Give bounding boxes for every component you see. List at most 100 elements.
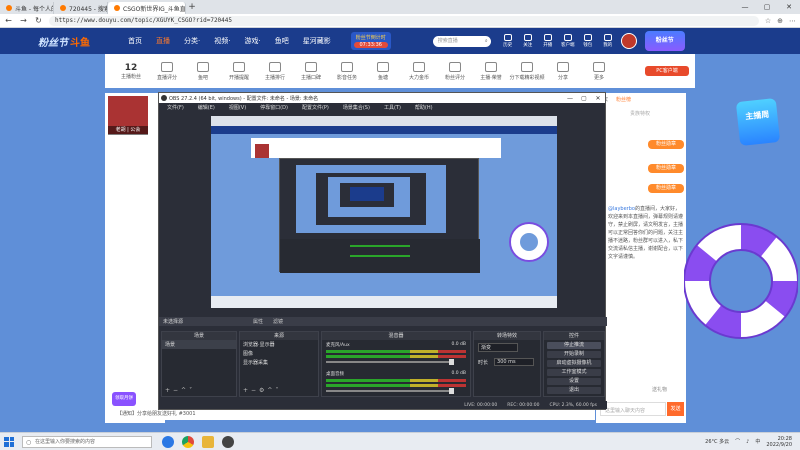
volume-icon[interactable]: ♪: [746, 439, 749, 445]
nav-star[interactable]: 星河藏影: [303, 36, 331, 46]
obs-maximize-button[interactable]: ▢: [577, 95, 591, 102]
chat-input[interactable]: 这里输入聊天内容: [600, 402, 666, 416]
source-item[interactable]: 图像: [240, 349, 318, 358]
menu-view[interactable]: 视图(V): [229, 104, 246, 111]
minimize-button[interactable]: —: [734, 3, 756, 11]
stop-streaming-button[interactable]: 停止推流: [547, 342, 601, 349]
toolbar-item-honor[interactable]: 主播·荣誉: [473, 61, 509, 81]
menu-docks[interactable]: 停靠窗口(D): [260, 104, 288, 111]
menu-tools[interactable]: 工具(T): [384, 104, 401, 111]
toolbar-item-fan-rating[interactable]: 粉丝评分: [437, 61, 473, 81]
nav-video[interactable]: 视频·: [214, 36, 230, 46]
toolbar-item-ranking[interactable]: 主播排行: [257, 61, 293, 81]
scene-dock-controls[interactable]: +−^˅: [165, 387, 195, 394]
nav-live[interactable]: 直播: [156, 36, 170, 46]
windows-start-icon[interactable]: [4, 436, 14, 447]
pc-client-button[interactable]: PC客户端: [645, 66, 689, 76]
close-button[interactable]: ✕: [778, 3, 800, 11]
fan-badge: 粉丝勋章: [648, 140, 684, 149]
send-button[interactable]: 发送: [667, 402, 684, 416]
menu-edit[interactable]: 编辑(E): [198, 104, 215, 111]
obs-taskbar-icon[interactable]: [222, 435, 234, 448]
clock[interactable]: 20:28 2022/9/20: [766, 436, 792, 448]
toolbar-item-share[interactable]: 分享: [545, 61, 581, 81]
url-input[interactable]: https://www.douyu.com/topic/XGUYK_CSGO?r…: [49, 15, 759, 26]
obs-titlebar[interactable]: OBS 27.2.4 (64 bit, windows) - 配置文件: 未命名…: [159, 93, 605, 103]
toolbar-item-more[interactable]: 更多: [581, 61, 617, 81]
exit-button[interactable]: 退出: [547, 387, 601, 394]
virtual-camera-button[interactable]: 启动虚拟摄像机: [547, 360, 601, 367]
maximize-button[interactable]: ▢: [756, 3, 778, 11]
fan-festival-promo[interactable]: 粉丝节: [644, 31, 685, 51]
weather[interactable]: 26°C 多云: [705, 438, 729, 445]
filters-button[interactable]: 滤镜: [273, 318, 283, 325]
broadcast-icon[interactable]: 开播: [541, 34, 555, 48]
transition-duration-input[interactable]: 300 ms: [494, 358, 535, 366]
volume-slider[interactable]: [326, 359, 454, 365]
file-explorer-icon[interactable]: [202, 435, 214, 448]
gift-notice[interactable]: 送礼物: [652, 386, 667, 393]
menu-help[interactable]: 帮助(H): [415, 104, 433, 111]
toolbar-item-reputation[interactable]: 主播口碑: [293, 61, 329, 81]
nav-category[interactable]: 分类·: [184, 36, 200, 46]
favorite-star-icon[interactable]: ☆: [765, 17, 771, 25]
site-logo[interactable]: 粉丝节 斗鱼: [38, 31, 98, 51]
source-dock-controls[interactable]: +−⚙^˅: [243, 387, 281, 394]
properties-button[interactable]: 属性: [253, 318, 263, 325]
browser-tab-active[interactable]: CSGO新世界IG_斗鱼直播平台✕: [108, 2, 186, 14]
menu-profile[interactable]: 配置文件(P): [302, 104, 329, 111]
chrome-icon[interactable]: [182, 435, 194, 448]
network-icon[interactable]: ⌒: [735, 438, 740, 445]
obs-preview[interactable]: [211, 116, 557, 308]
back-icon[interactable]: ←: [4, 16, 13, 25]
obs-menubar: 文件(F) 编辑(E) 视图(V) 停靠窗口(D) 配置文件(P) 场景集合(S…: [159, 103, 605, 112]
extensions-icon[interactable]: ⊕: [777, 17, 783, 25]
new-tab-button[interactable]: +: [186, 2, 198, 12]
toolbar-item-coins[interactable]: 大力金币: [401, 61, 437, 81]
profile-icon[interactable]: 我的: [601, 34, 615, 48]
settings-button[interactable]: 设置: [547, 378, 601, 385]
taskbar-search-input[interactable]: 在这里输入你要搜索的内容: [22, 435, 152, 448]
follow-icon[interactable]: 关注: [521, 34, 535, 48]
user-avatar[interactable]: [620, 33, 637, 49]
room-toolbar: 12 主播粉丝 直播评分 鱼吧 开播提醒 主播排行 主播口碑 影音任务 鱼塘 大力…: [105, 54, 695, 88]
mooncake-badge[interactable]: 领取月饼: [112, 392, 136, 406]
input-language[interactable]: 中: [755, 438, 760, 445]
toolbar-item-reminder[interactable]: 开播提醒: [221, 61, 257, 81]
nav-games[interactable]: 游戏·: [244, 36, 260, 46]
menu-file[interactable]: 文件(F): [167, 104, 184, 111]
activity-countdown[interactable]: 粉丝节倒计时 07:33:36: [350, 32, 391, 50]
noble-privilege-tab[interactable]: 贵族特权: [630, 110, 682, 118]
volume-slider[interactable]: [326, 388, 454, 394]
wallet-icon[interactable]: 钱包: [581, 34, 595, 48]
obs-minimize-button[interactable]: —: [563, 95, 577, 102]
toolbar-item-download[interactable]: 分下载精彩视频: [509, 61, 545, 81]
transition-select[interactable]: 渐变: [478, 343, 518, 352]
toolbar-item-fishbar[interactable]: 鱼吧: [185, 61, 221, 81]
toolbar-item-tasks[interactable]: 影音任务: [329, 61, 365, 81]
source-item[interactable]: 显示器采集: [240, 358, 318, 367]
history-icon[interactable]: 历史: [501, 34, 515, 48]
fan-count[interactable]: 12 主播粉丝: [113, 63, 149, 80]
start-recording-button[interactable]: 开始录制: [547, 351, 601, 358]
search-icon[interactable]: ⌕: [485, 36, 488, 47]
source-item[interactable]: 浏览器·显示器: [240, 340, 318, 349]
browser-tab-1[interactable]: 斗鱼 - 每个人的直播平台✕: [0, 2, 54, 14]
tab-fan-rank[interactable]: 粉丝榜: [616, 96, 631, 103]
edge-browser-icon[interactable]: [162, 435, 174, 448]
forward-icon[interactable]: →: [19, 16, 28, 25]
toolbar-item-pond[interactable]: 鱼塘: [365, 61, 401, 81]
nav-fishbar[interactable]: 鱼吧: [275, 36, 289, 46]
browser-tab-2[interactable]: 720445 - 搜索结果 - 斗鱼直播✕: [54, 2, 108, 14]
site-search-input[interactable]: 搜索直播 ⌕: [432, 35, 491, 47]
client-icon[interactable]: 客户端: [561, 34, 575, 48]
scene-item[interactable]: 场景: [162, 340, 236, 349]
anchor-week-promo[interactable]: 主播周: [735, 98, 781, 146]
menu-scene-collection[interactable]: 场景集合(S): [343, 104, 370, 111]
more-menu-icon[interactable]: ⋯: [789, 17, 796, 25]
studio-mode-button[interactable]: 工作室模式: [547, 369, 601, 376]
reload-icon[interactable]: ↻: [34, 16, 43, 25]
nav-home[interactable]: 首页: [128, 36, 142, 46]
obs-close-button[interactable]: ✕: [591, 95, 605, 102]
toolbar-item-rating[interactable]: 直播评分: [149, 61, 185, 81]
